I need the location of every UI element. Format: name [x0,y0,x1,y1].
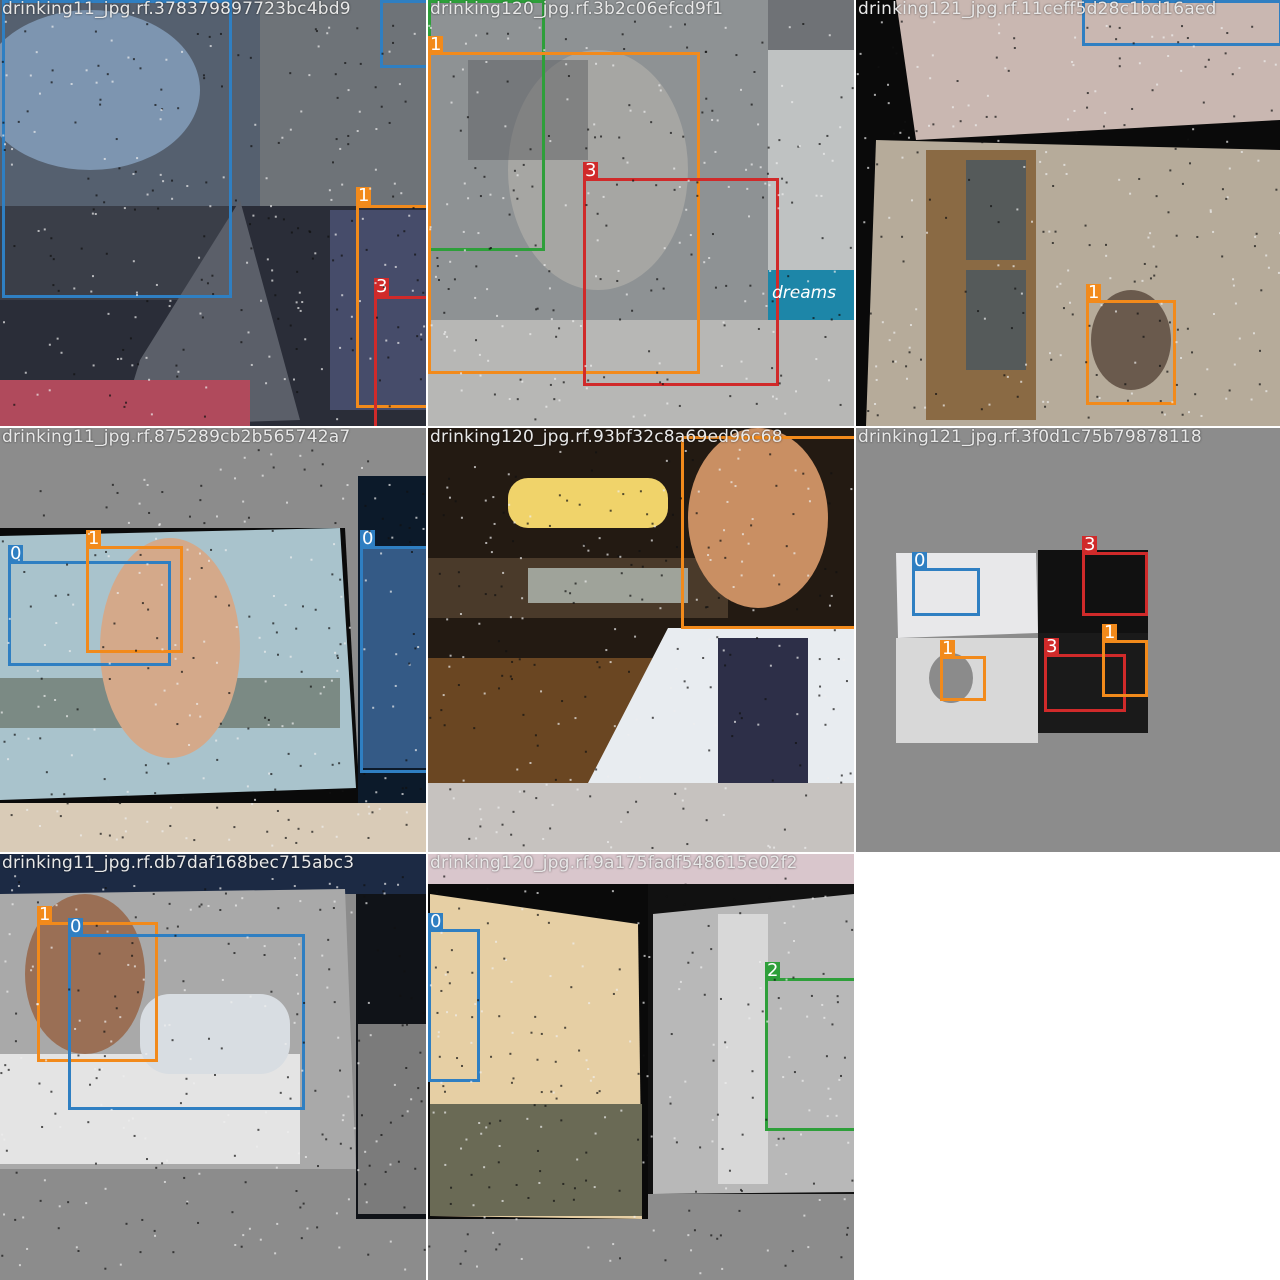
bbox-class-0 [912,568,980,616]
bbox-class-0 [68,934,305,1110]
bbox-label: 0 [428,911,444,932]
bbox-label: 1 [940,638,956,659]
mosaic-tile: 1 3 drinking11_jpg.rf.378379897723bc4bd9 [0,0,426,426]
mosaic-tile: 0 3 1 3 1 drinking121_jpg.rf.3f0d1c75b79… [856,428,1280,852]
mosaic-tile: 1 3 dreams drinking120_jpg.rf.3b2c06efcd… [428,0,854,426]
bbox-class-0 [428,929,480,1082]
bbox-label: 1 [1102,622,1118,643]
mosaic-tile: 1 drinking120_jpg.rf.93bf32c8a69ed96c68 [428,428,854,852]
tile-photo [856,428,1280,852]
bbox-class-0 [380,0,426,68]
bbox-label: 0 [360,528,376,549]
bbox-label: 3 [1082,534,1098,555]
bbox-label: 2 [765,960,781,981]
bbox-label: 1 [86,528,102,549]
bbox-class-1 [1102,640,1148,697]
bbox-label: 3 [583,160,599,181]
bbox-class-1 [940,656,986,701]
sign-text: dreams [772,283,837,303]
bbox-label: 1 [356,185,372,206]
bbox-label: 0 [912,550,928,571]
bbox-class-3 [583,178,779,386]
tile-photo [856,0,1280,426]
bbox-label: 0 [68,916,84,937]
bbox-class-0 [2,0,232,298]
bbox-label: 1 [428,34,444,55]
empty-cell [856,854,1280,1280]
bbox-label: 0 [8,543,24,564]
mosaic-tile: 1 0 drinking11_jpg.rf.db7daf168bec715abc… [0,854,426,1280]
bbox-label: 3 [1044,636,1060,657]
bbox-class-1 [1086,300,1176,405]
bbox-class-0 [1082,0,1280,46]
bbox-class-0 [360,546,426,773]
bbox-label: 1 [37,904,53,925]
bbox-class-3 [374,296,426,426]
bbox-label: 3 [374,276,390,297]
mosaic-tile: 1 drinking121_jpg.rf.11ceff5d28c1bd16aed [856,0,1280,426]
mosaic-tile: 0 2 drinking120_jpg.rf.9a175fadf548615e0… [428,854,854,1280]
bbox-class-3 [1082,552,1148,616]
bbox-class-1 [86,546,183,653]
bbox-class-2 [765,978,854,1131]
mosaic-tile: 0 1 0 drinking11_jpg.rf.875289cb2b565742… [0,428,426,852]
bbox-class-1 [681,436,854,629]
bbox-label: 1 [1086,282,1102,303]
